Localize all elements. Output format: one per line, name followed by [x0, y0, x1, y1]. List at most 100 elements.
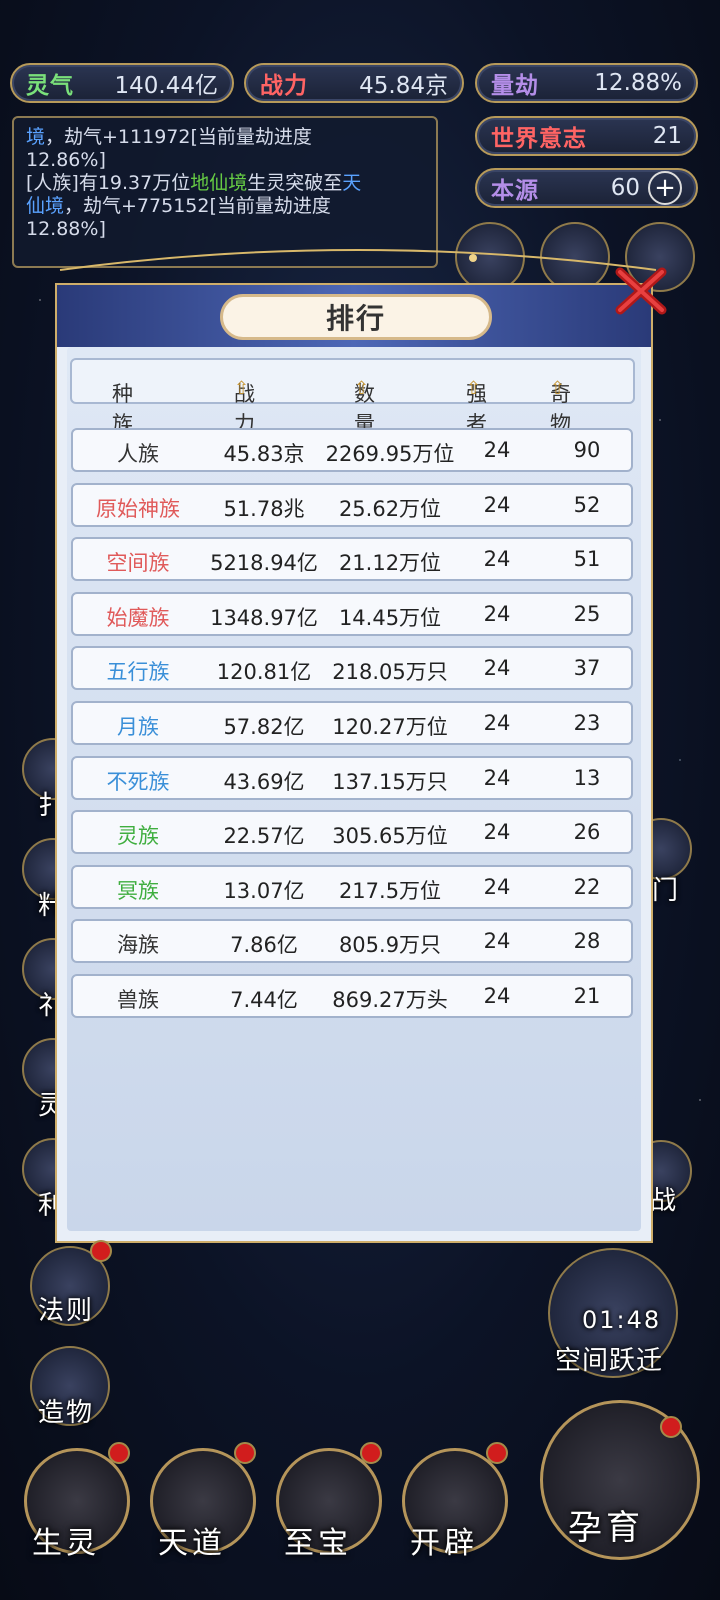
- lingqi-value: 140.44亿: [114, 73, 218, 99]
- log-line1: ，劫气+111972[当前量劫进度: [45, 126, 312, 148]
- sort-icon: ⇧: [354, 378, 370, 399]
- ranking-table: 人族 45.83京 2269.95万位 24 90 原始神族 51.78兆 25.62万位 24…: [68, 418, 638, 1038]
- zhanli-label: 战力: [260, 73, 308, 99]
- nav-yunyu-label: 孕育: [568, 1508, 644, 1548]
- table-row[interactable]: 海族 7.86亿 805.9万只 24 28: [71, 919, 633, 964]
- race-name: 原始神族: [96, 496, 180, 521]
- nav-zhibao-dot: [360, 1442, 382, 1464]
- race-count: 25.62万位: [338, 496, 442, 521]
- race-count: 869.27万头: [332, 988, 448, 1012]
- nav-tiandao-label: 天道: [158, 1526, 226, 1561]
- table-row[interactable]: 不死族 43.69亿 137.15万只 24 13: [71, 755, 633, 800]
- log-realm-fragment: 境: [26, 126, 46, 148]
- race-power: 22.57亿: [223, 824, 305, 849]
- lingqi-stat: 灵气 140.44亿: [10, 63, 234, 103]
- space-jump-timer: 01:48: [582, 1306, 662, 1334]
- log-line2: 12.86%]: [26, 149, 106, 171]
- close-icon[interactable]: [612, 262, 670, 320]
- race-name: 空间族: [106, 551, 170, 576]
- race-name: 五行族: [106, 660, 170, 685]
- space-jump-label: 空间跃迁: [555, 1346, 664, 1376]
- law-notification-dot: [90, 1240, 112, 1262]
- nav-zhibao-label: 至宝: [284, 1526, 352, 1561]
- race-name: 人族: [117, 442, 159, 466]
- race-power: 120.81亿: [216, 660, 312, 685]
- table-row[interactable]: 灵族 22.57亿 305.65万位 24 26: [71, 810, 633, 855]
- table-row[interactable]: 兽族 7.44亿 869.27万头 24 21: [71, 974, 633, 1018]
- benyuan-value: 60: [610, 175, 640, 201]
- race-strong: 24: [483, 984, 511, 1008]
- table-row[interactable]: 始魔族 1348.97亿 14.45万位 24 25: [71, 591, 633, 636]
- race-count: 805.9万只: [338, 933, 442, 958]
- race-items: 51: [573, 547, 601, 572]
- race-strong: 24: [483, 929, 511, 954]
- panel-title: 排行: [220, 294, 492, 340]
- race-strong: 24: [483, 765, 511, 790]
- race-items: 21: [573, 984, 601, 1008]
- race-items: 25: [573, 601, 601, 626]
- race-items: 22: [573, 874, 601, 899]
- race-name: 始魔族: [106, 605, 170, 630]
- log-line3a: [人族]有19.37万位: [26, 172, 191, 194]
- nav-shengling-label: 生灵: [32, 1526, 100, 1561]
- nav-kaipi-label: 开辟: [410, 1526, 478, 1561]
- right-side-label-1: 门: [652, 876, 681, 906]
- right-side-label-2: 战: [650, 1186, 679, 1216]
- nav-shengling-dot: [108, 1442, 130, 1464]
- nav-yunyu-dot: [660, 1416, 682, 1438]
- table-row[interactable]: 人族 45.83京 2269.95万位 24 90: [71, 428, 633, 472]
- race-power: 5218.94亿: [210, 551, 318, 576]
- race-strong: 24: [483, 820, 511, 845]
- shijie-yizhi-stat[interactable]: 世界意志 21: [475, 116, 698, 156]
- law-label: 法则: [38, 1296, 95, 1326]
- race-strong: 24: [483, 492, 511, 517]
- race-name: 不死族: [106, 769, 170, 794]
- race-power: 51.78兆: [223, 496, 305, 521]
- race-items: 52: [573, 492, 601, 517]
- table-row[interactable]: 空间族 5218.94亿 21.12万位 24 51: [71, 537, 633, 582]
- race-name: 兽族: [117, 988, 159, 1012]
- add-benyuan-button[interactable]: +: [648, 171, 682, 205]
- benyuan-stat[interactable]: 本源 60 +: [475, 168, 698, 208]
- shijie-yizhi-value: 21: [652, 123, 682, 149]
- race-name: 冥族: [117, 878, 159, 903]
- race-strong: 24: [483, 711, 511, 735]
- race-count: 218.05万只: [332, 660, 448, 685]
- race-count: 305.65万位: [332, 824, 448, 849]
- race-name: 月族: [117, 715, 159, 739]
- race-power: 7.86亿: [230, 933, 298, 958]
- table-row[interactable]: 冥族 13.07亿 217.5万位 24 22: [71, 864, 633, 909]
- sort-icon: ⇧: [234, 378, 250, 399]
- race-strong: 24: [483, 601, 511, 626]
- log-line3b: 生灵突破至: [247, 172, 343, 194]
- creation-label: 造物: [38, 1398, 95, 1428]
- table-row[interactable]: 原始神族 51.78兆 25.62万位 24 52: [71, 482, 633, 527]
- race-strong: 24: [483, 438, 511, 462]
- table-header: 种族 战力 ⇧ 数量 ⇧ 强者 ⇧ 奇物 ⇧: [70, 358, 635, 436]
- nav-kaipi-dot: [486, 1442, 508, 1464]
- shijie-yizhi-label: 世界意志: [491, 126, 587, 152]
- zhanli-value: 45.84京: [359, 73, 448, 99]
- zhanli-stat: 战力 45.84京: [244, 63, 464, 103]
- race-count: 2269.95万位: [325, 442, 455, 466]
- race-strong: 24: [483, 547, 511, 572]
- table-row[interactable]: 五行族 120.81亿 218.05万只 24 37: [71, 646, 633, 691]
- liangjie-label: 量劫: [491, 73, 539, 99]
- race-power: 45.83京: [223, 442, 305, 466]
- race-strong: 24: [483, 656, 511, 681]
- race-name: 灵族: [117, 824, 159, 849]
- liangjie-stat[interactable]: 量劫 12.88%: [475, 63, 698, 103]
- race-power: 13.07亿: [223, 878, 305, 903]
- log-realm-heaven-b: 仙境: [26, 195, 65, 217]
- panel-ornament: [59, 249, 657, 271]
- benyuan-label: 本源: [491, 178, 539, 204]
- race-items: 37: [573, 656, 601, 681]
- race-count: 14.45万位: [338, 605, 442, 630]
- race-items: 28: [573, 929, 601, 954]
- table-row[interactable]: 月族 57.82亿 120.27万位 24 23: [71, 701, 633, 745]
- log-line4: ，劫气+775152[当前量劫进度: [64, 195, 331, 217]
- sort-icon: ⇧: [550, 378, 566, 399]
- log-realm-heaven-a: 天: [342, 172, 362, 194]
- race-power: 43.69亿: [223, 769, 305, 794]
- race-power: 1348.97亿: [210, 605, 318, 630]
